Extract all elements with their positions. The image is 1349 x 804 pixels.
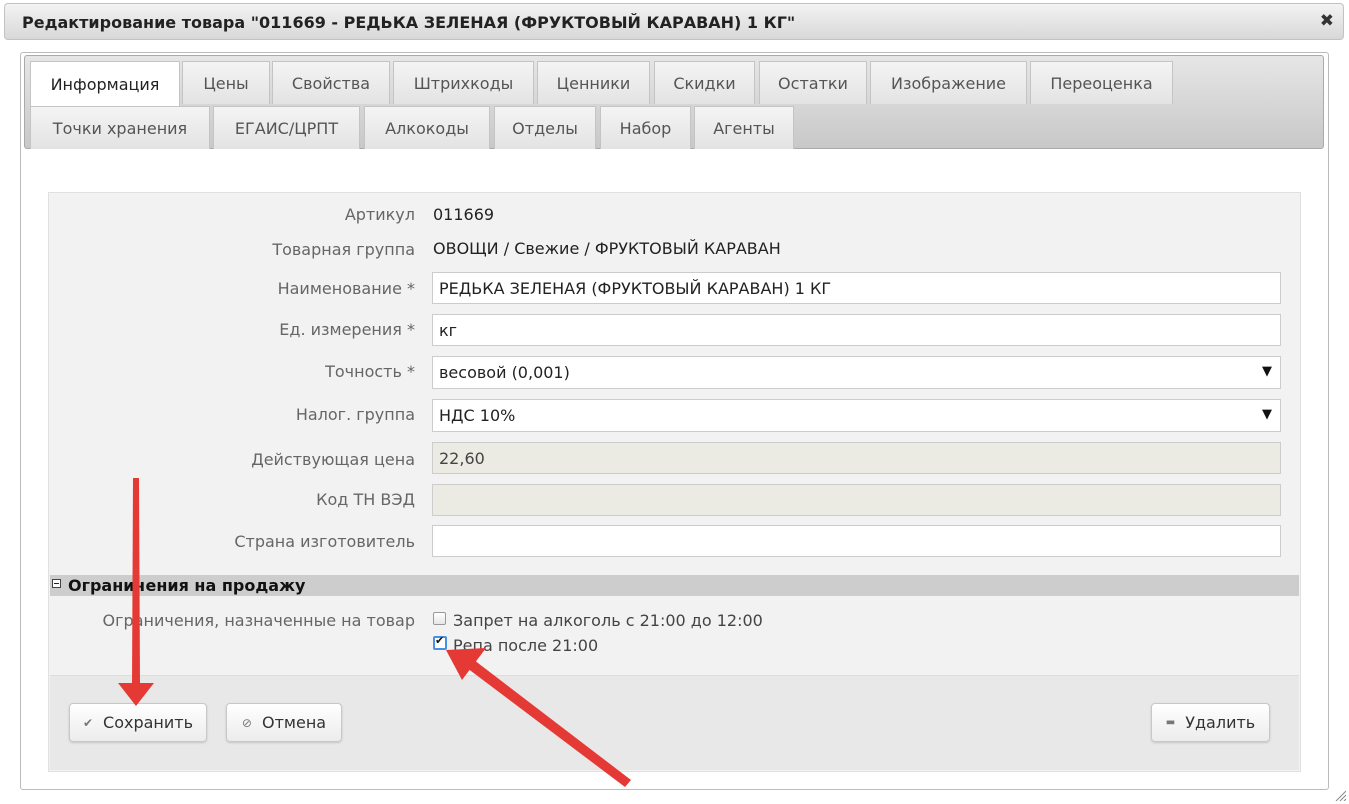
price-field: 22,60: [432, 442, 1281, 474]
minus-icon: ▬: [1165, 717, 1176, 728]
restriction-checkbox-alcohol[interactable]: [433, 612, 446, 625]
price-label: Действующая цена: [251, 450, 415, 469]
tab-price-tags[interactable]: Ценники: [537, 61, 650, 104]
tab-properties[interactable]: Свойства: [272, 61, 390, 104]
restriction-checkbox-turnip[interactable]: [433, 634, 447, 650]
group-label: Товарная группа: [272, 240, 415, 259]
tab-revaluation[interactable]: Переоценка: [1030, 61, 1173, 104]
restriction-label-turnip[interactable]: Репа после 21:00: [453, 636, 598, 655]
article-value: 011669: [433, 205, 495, 224]
cancel-button[interactable]: ⊘ Отмена: [226, 703, 342, 742]
restrictions-label: Ограничения, назначенные на товар: [102, 611, 415, 630]
check-icon: ✔: [82, 715, 94, 730]
tab-image[interactable]: Изображение: [870, 61, 1027, 104]
tab-set[interactable]: Набор: [600, 106, 691, 149]
unit-label: Ед. измерения *: [279, 320, 415, 339]
save-button-label: Сохранить: [103, 713, 194, 732]
country-field[interactable]: [432, 525, 1281, 557]
dropdown-arrow-icon: ▼: [1262, 364, 1272, 379]
tnved-field: [432, 484, 1281, 516]
tab-stock[interactable]: Остатки: [759, 61, 867, 104]
unit-field[interactable]: кг: [432, 314, 1281, 346]
tab-information[interactable]: Информация: [30, 61, 180, 106]
group-value: ОВОЩИ / Свежие / ФРУКТОВЫЙ КАРАВАН: [433, 239, 781, 258]
delete-button-label: Удалить: [1185, 713, 1256, 732]
tab-agents[interactable]: Агенты: [694, 106, 794, 149]
precision-label: Точность *: [325, 362, 415, 381]
tab-prices[interactable]: Цены: [182, 61, 270, 104]
name-field[interactable]: РЕДЬКА ЗЕЛЕНАЯ (ФРУКТОВЫЙ КАРАВАН) 1 КГ: [432, 272, 1281, 304]
country-label: Страна изготовитель: [234, 532, 415, 551]
tab-departments[interactable]: Отделы: [494, 106, 596, 149]
dialog-titlebar: Редактирование товара "011669 - РЕДЬКА З…: [4, 3, 1344, 40]
tab-egais[interactable]: ЕГАИС/ЦРПТ: [213, 106, 360, 149]
tnved-label: Код ТН ВЭД: [316, 490, 415, 509]
cancel-icon: ⊘: [241, 715, 252, 730]
tab-barcodes[interactable]: Штрихкоды: [393, 61, 534, 104]
tab-storage-points[interactable]: Точки хранения: [30, 106, 210, 149]
tab-alcocodes[interactable]: Алкокоды: [364, 106, 490, 149]
collapse-icon[interactable]: [52, 579, 61, 588]
tax-label: Налог. группа: [295, 405, 415, 424]
tax-select[interactable]: НДС 10% ▼: [432, 399, 1281, 432]
restriction-label-alcohol[interactable]: Запрет на алкоголь с 21:00 до 12:00: [453, 611, 763, 630]
close-icon[interactable]: ✖: [1320, 11, 1334, 31]
restrictions-section-header[interactable]: Ограничения на продажу: [50, 575, 1299, 596]
save-button[interactable]: ✔ Сохранить: [69, 703, 207, 742]
restrictions-section-title: Ограничения на продажу: [68, 576, 306, 595]
precision-select[interactable]: весовой (0,001) ▼: [432, 356, 1281, 389]
tab-discounts[interactable]: Скидки: [654, 61, 755, 104]
article-label: Артикул: [344, 205, 415, 224]
delete-button[interactable]: ▬ Удалить: [1151, 703, 1270, 742]
dialog-title: Редактирование товара "011669 - РЕДЬКА З…: [22, 13, 796, 32]
dropdown-arrow-icon: ▼: [1262, 407, 1272, 422]
cancel-button-label: Отмена: [261, 713, 327, 732]
resize-grip-icon[interactable]: [1334, 789, 1346, 801]
name-label: Наименование *: [277, 279, 415, 298]
